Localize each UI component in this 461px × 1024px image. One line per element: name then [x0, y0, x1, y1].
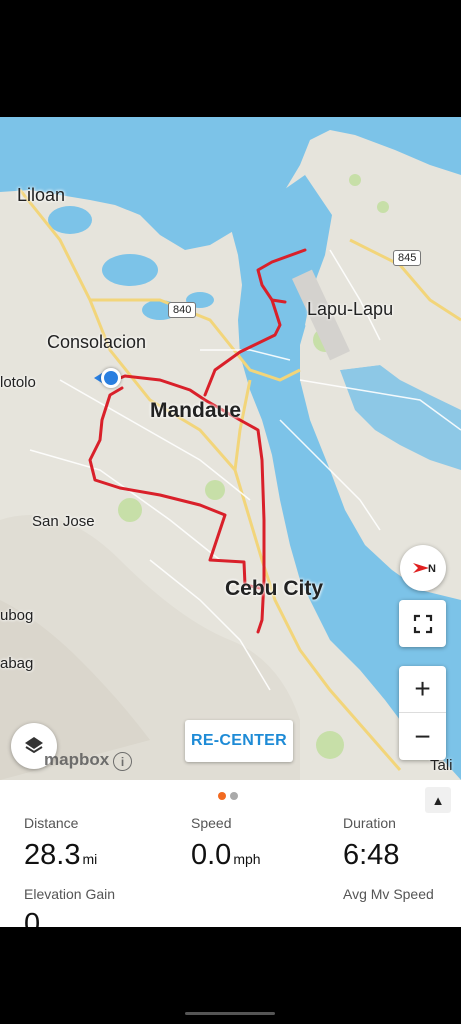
- home-indicator[interactable]: [185, 1012, 275, 1015]
- current-location-marker: [94, 368, 121, 388]
- map-label-ubog: ubog: [0, 607, 34, 624]
- page-indicator: [218, 792, 238, 800]
- map-view[interactable]: Liloan Consolacion lotolo Mandaue Lapu-L…: [0, 117, 461, 780]
- distance-number: 28.3: [24, 839, 81, 871]
- speed-number: 0.0: [191, 839, 232, 871]
- map-label-cebu-city: Cebu City: [225, 577, 324, 600]
- status-bar-area: [0, 0, 461, 117]
- speed-label: Speed: [191, 815, 232, 831]
- distance-label: Distance: [24, 815, 79, 831]
- duration-value: 6:48: [343, 839, 400, 871]
- elevation-gain-label: Elevation Gain: [24, 886, 116, 902]
- mapbox-attribution: mapbox: [44, 750, 110, 769]
- zoom-out-button[interactable]: −: [399, 713, 446, 760]
- collapse-panel-button[interactable]: ▲: [425, 787, 451, 813]
- page-dot-active: [218, 792, 226, 800]
- fullscreen-button[interactable]: [399, 600, 446, 647]
- page-dot-inactive: [230, 792, 238, 800]
- speed-value: 0.0 mph: [191, 839, 261, 872]
- duration-label: Duration: [343, 815, 396, 831]
- map-label-mandaue: Mandaue: [150, 399, 242, 422]
- map-label-lilotolo: lotolo: [0, 374, 36, 391]
- elevation-gain-value: 0: [24, 908, 41, 927]
- compass-button[interactable]: N: [400, 545, 446, 591]
- distance-unit: mi: [82, 851, 98, 867]
- avg-moving-speed-label: Avg Mv Speed: [343, 886, 434, 902]
- recenter-button[interactable]: RE-CENTER: [185, 720, 293, 762]
- map-label-lapu-lapu: Lapu-Lapu: [307, 299, 394, 319]
- svg-text:N: N: [428, 563, 436, 575]
- route-shield-845: 845: [393, 250, 422, 266]
- layers-icon: [25, 737, 43, 754]
- map-label-liloan: Liloan: [17, 185, 66, 205]
- map-label-san-jose: San Jose: [32, 513, 95, 530]
- map-label-consolacion: Consolacion: [47, 332, 147, 352]
- map-label-tali: Tali: [430, 757, 453, 774]
- navigation-bar: [0, 927, 461, 1024]
- zoom-in-button[interactable]: +: [399, 666, 446, 713]
- fullscreen-icon: [413, 614, 432, 633]
- map-label-abag: abag: [0, 655, 34, 672]
- map-canvas: [0, 117, 461, 780]
- compass-icon: N: [413, 563, 436, 575]
- info-icon[interactable]: i: [113, 752, 132, 771]
- distance-value: 28.3 mi: [24, 839, 97, 872]
- route-shield-840: 840: [168, 302, 197, 318]
- zoom-controls: + −: [399, 666, 446, 760]
- speed-unit: mph: [233, 851, 261, 867]
